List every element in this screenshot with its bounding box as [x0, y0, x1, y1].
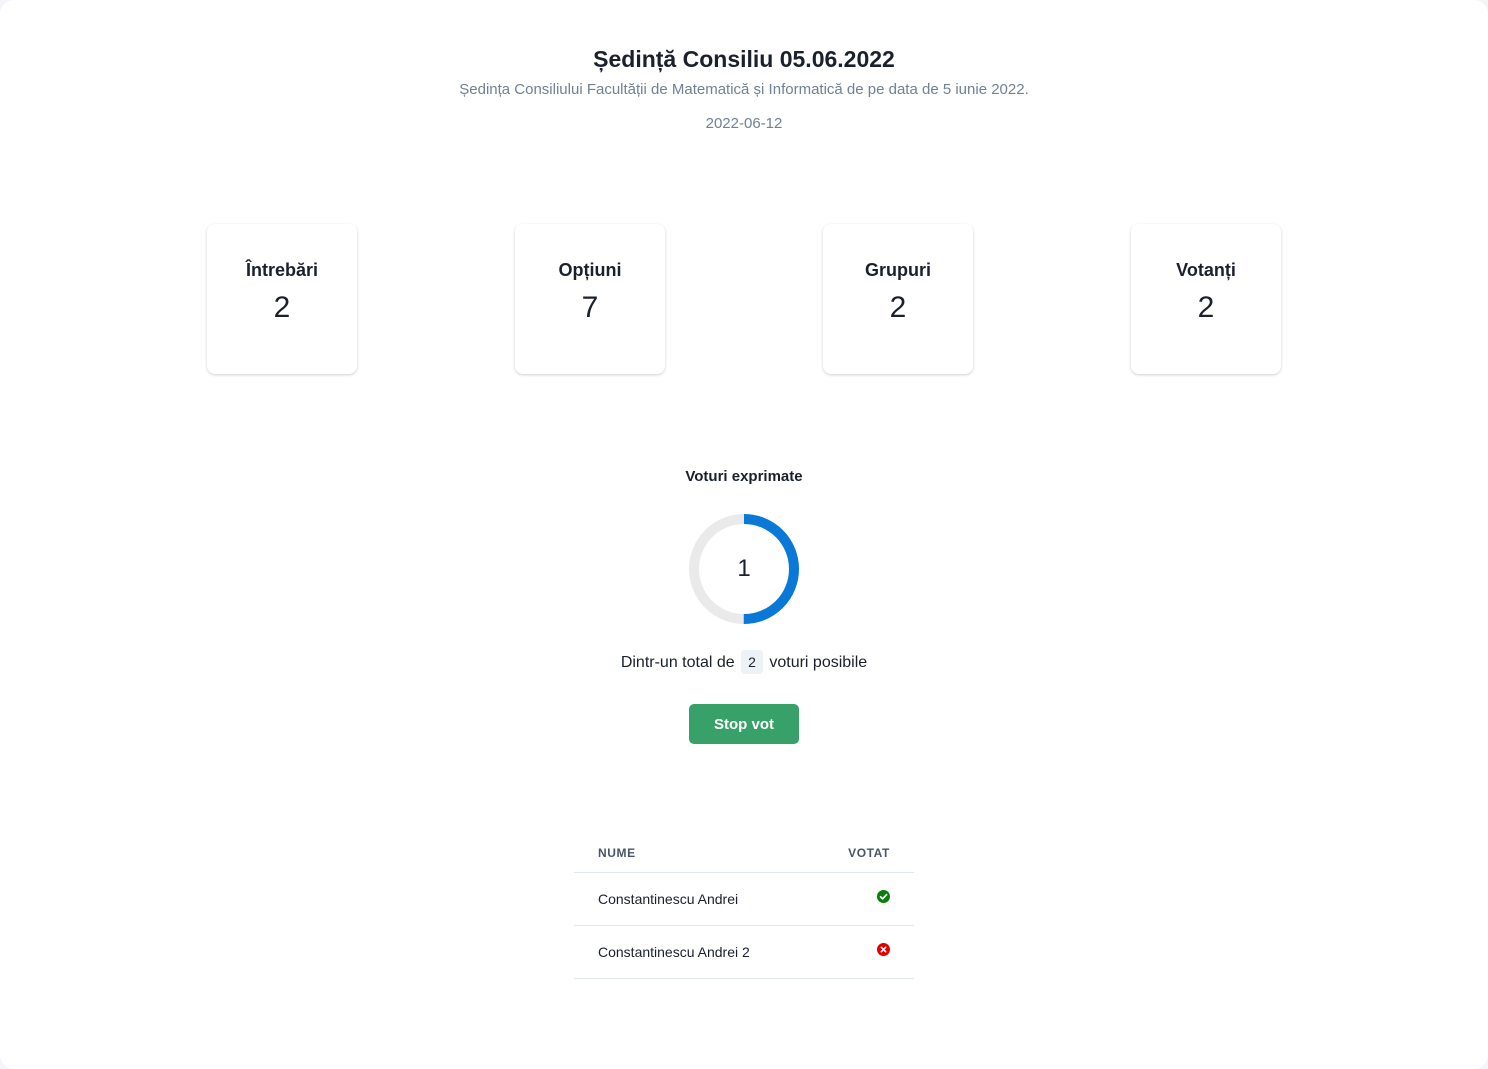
stat-value: 7 — [581, 291, 599, 324]
column-header-voted: VOTAT — [808, 834, 914, 873]
stat-card-votanti: Votanți 2 — [1131, 224, 1281, 374]
votes-progress-ring: 1 — [687, 512, 801, 626]
stats-row: Întrebări 2 Opțiuni 7 Grupuri 2 Votanți … — [207, 224, 1281, 374]
voters-table-container: NUME VOTAT Constantinescu Andrei Constan… — [574, 834, 914, 979]
voters-table-body: Constantinescu Andrei Constantinescu And… — [574, 872, 914, 979]
voter-status-cell — [808, 872, 914, 926]
page-container: Ședință Consiliu 05.06.2022 Ședința Cons… — [0, 0, 1488, 1069]
voters-table: NUME VOTAT Constantinescu Andrei Constan… — [574, 834, 914, 979]
stat-card-grupuri: Grupuri 2 — [823, 224, 973, 374]
table-row: Constantinescu Andrei — [574, 872, 914, 926]
stat-label: Opțiuni — [558, 260, 622, 280]
votes-cast-count: 1 — [737, 555, 751, 582]
table-row: Constantinescu Andrei 2 — [574, 925, 914, 979]
check-circle-icon — [877, 889, 890, 903]
stat-card-intrebari: Întrebări 2 — [207, 224, 357, 374]
table-header-row: NUME VOTAT — [574, 834, 914, 873]
stat-value: 2 — [889, 291, 907, 324]
votes-total-badge: 2 — [741, 650, 763, 674]
page-date: 2022-06-12 — [705, 115, 783, 132]
stat-label: Grupuri — [865, 260, 931, 280]
column-header-name: NUME — [574, 834, 809, 873]
votes-section: Voturi exprimate 1 Dintr-un total de 2 v… — [0, 466, 1488, 744]
stat-label: Votanți — [1176, 260, 1236, 280]
voter-status-cell — [808, 925, 914, 979]
page-header: Ședință Consiliu 05.06.2022 Ședința Cons… — [0, 44, 1488, 134]
votes-total-line: Dintr-un total de 2 voturi posibile — [0, 650, 1488, 676]
x-circle-icon — [877, 942, 890, 956]
page-title: Ședință Consiliu 05.06.2022 — [593, 46, 895, 72]
stop-vote-button[interactable]: Stop vot — [689, 704, 799, 744]
stat-value: 2 — [1197, 291, 1215, 324]
page-description: Ședința Consiliului Facultății de Matema… — [459, 81, 1029, 98]
stat-card-optiuni: Opțiuni 7 — [515, 224, 665, 374]
votes-total-suffix: voturi posibile — [769, 654, 868, 671]
voter-name: Constantinescu Andrei — [574, 872, 809, 926]
votes-title: Voturi exprimate — [685, 468, 803, 485]
stat-value: 2 — [273, 291, 291, 324]
voter-name: Constantinescu Andrei 2 — [574, 925, 809, 979]
stat-label: Întrebări — [245, 260, 319, 280]
votes-total-prefix: Dintr-un total de — [620, 654, 735, 671]
